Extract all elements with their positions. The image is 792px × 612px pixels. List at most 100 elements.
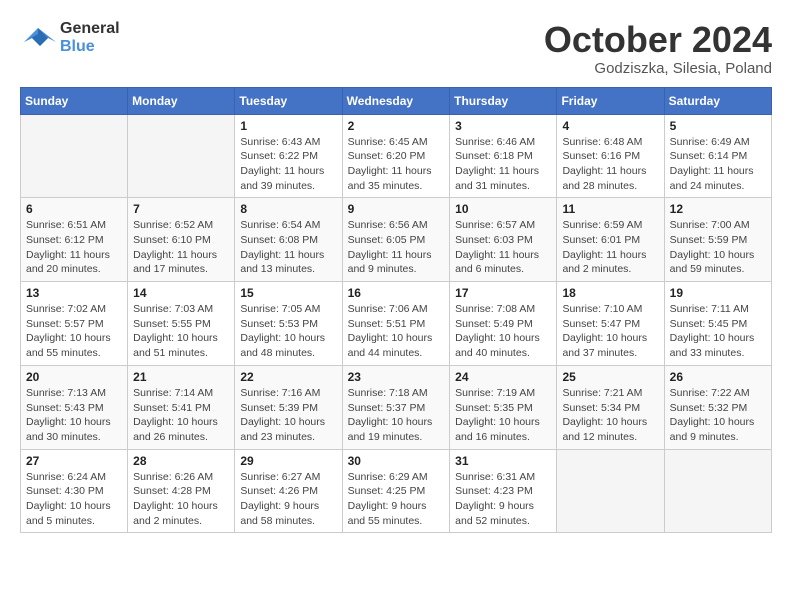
day-detail: Sunrise: 7:19 AMSunset: 5:35 PMDaylight:…	[455, 386, 551, 445]
calendar-cell: 25 Sunrise: 7:21 AMSunset: 5:34 PMDaylig…	[557, 365, 664, 449]
day-number: 26	[670, 370, 766, 384]
day-number: 16	[348, 286, 445, 300]
calendar-week-row: 6 Sunrise: 6:51 AMSunset: 6:12 PMDayligh…	[21, 198, 772, 282]
day-detail: Sunrise: 6:29 AMSunset: 4:25 PMDaylight:…	[348, 470, 445, 529]
day-detail: Sunrise: 6:54 AMSunset: 6:08 PMDaylight:…	[240, 218, 336, 277]
col-header-thursday: Thursday	[450, 87, 557, 114]
calendar-header-row: SundayMondayTuesdayWednesdayThursdayFrid…	[21, 87, 772, 114]
day-detail: Sunrise: 7:21 AMSunset: 5:34 PMDaylight:…	[562, 386, 658, 445]
calendar-cell	[557, 449, 664, 533]
day-detail: Sunrise: 7:18 AMSunset: 5:37 PMDaylight:…	[348, 386, 445, 445]
col-header-tuesday: Tuesday	[235, 87, 342, 114]
day-number: 6	[26, 202, 122, 216]
day-detail: Sunrise: 7:08 AMSunset: 5:49 PMDaylight:…	[455, 302, 551, 361]
day-number: 7	[133, 202, 229, 216]
day-detail: Sunrise: 6:24 AMSunset: 4:30 PMDaylight:…	[26, 470, 122, 529]
logo: General Blue	[20, 20, 120, 56]
calendar-week-row: 13 Sunrise: 7:02 AMSunset: 5:57 PMDaylig…	[21, 282, 772, 366]
day-number: 4	[562, 119, 658, 133]
day-detail: Sunrise: 7:13 AMSunset: 5:43 PMDaylight:…	[26, 386, 122, 445]
day-number: 1	[240, 119, 336, 133]
day-number: 12	[670, 202, 766, 216]
calendar-cell: 5 Sunrise: 6:49 AMSunset: 6:14 PMDayligh…	[664, 114, 771, 198]
calendar-cell	[128, 114, 235, 198]
calendar-cell: 10 Sunrise: 6:57 AMSunset: 6:03 PMDaylig…	[450, 198, 557, 282]
calendar-cell: 11 Sunrise: 6:59 AMSunset: 6:01 PMDaylig…	[557, 198, 664, 282]
day-detail: Sunrise: 6:49 AMSunset: 6:14 PMDaylight:…	[670, 135, 766, 194]
col-header-sunday: Sunday	[21, 87, 128, 114]
day-detail: Sunrise: 6:52 AMSunset: 6:10 PMDaylight:…	[133, 218, 229, 277]
calendar-week-row: 20 Sunrise: 7:13 AMSunset: 5:43 PMDaylig…	[21, 365, 772, 449]
col-header-friday: Friday	[557, 87, 664, 114]
day-detail: Sunrise: 6:59 AMSunset: 6:01 PMDaylight:…	[562, 218, 658, 277]
day-number: 29	[240, 454, 336, 468]
calendar-cell: 22 Sunrise: 7:16 AMSunset: 5:39 PMDaylig…	[235, 365, 342, 449]
calendar-week-row: 27 Sunrise: 6:24 AMSunset: 4:30 PMDaylig…	[21, 449, 772, 533]
day-detail: Sunrise: 7:16 AMSunset: 5:39 PMDaylight:…	[240, 386, 336, 445]
day-number: 5	[670, 119, 766, 133]
day-number: 20	[26, 370, 122, 384]
day-detail: Sunrise: 7:14 AMSunset: 5:41 PMDaylight:…	[133, 386, 229, 445]
day-detail: Sunrise: 6:26 AMSunset: 4:28 PMDaylight:…	[133, 470, 229, 529]
calendar-cell: 26 Sunrise: 7:22 AMSunset: 5:32 PMDaylig…	[664, 365, 771, 449]
day-detail: Sunrise: 6:51 AMSunset: 6:12 PMDaylight:…	[26, 218, 122, 277]
day-number: 22	[240, 370, 336, 384]
day-number: 2	[348, 119, 445, 133]
day-detail: Sunrise: 6:43 AMSunset: 6:22 PMDaylight:…	[240, 135, 336, 194]
calendar-cell: 3 Sunrise: 6:46 AMSunset: 6:18 PMDayligh…	[450, 114, 557, 198]
page-header: General Blue October 2024 Godziszka, Sil…	[20, 20, 772, 77]
calendar-cell: 31 Sunrise: 6:31 AMSunset: 4:23 PMDaylig…	[450, 449, 557, 533]
calendar-cell: 17 Sunrise: 7:08 AMSunset: 5:49 PMDaylig…	[450, 282, 557, 366]
calendar-cell	[21, 114, 128, 198]
day-detail: Sunrise: 6:27 AMSunset: 4:26 PMDaylight:…	[240, 470, 336, 529]
calendar-cell: 30 Sunrise: 6:29 AMSunset: 4:25 PMDaylig…	[342, 449, 450, 533]
calendar-cell: 7 Sunrise: 6:52 AMSunset: 6:10 PMDayligh…	[128, 198, 235, 282]
day-number: 3	[455, 119, 551, 133]
day-detail: Sunrise: 7:06 AMSunset: 5:51 PMDaylight:…	[348, 302, 445, 361]
col-header-wednesday: Wednesday	[342, 87, 450, 114]
day-number: 15	[240, 286, 336, 300]
calendar-cell: 9 Sunrise: 6:56 AMSunset: 6:05 PMDayligh…	[342, 198, 450, 282]
day-number: 21	[133, 370, 229, 384]
calendar-cell: 19 Sunrise: 7:11 AMSunset: 5:45 PMDaylig…	[664, 282, 771, 366]
calendar-cell: 12 Sunrise: 7:00 AMSunset: 5:59 PMDaylig…	[664, 198, 771, 282]
calendar-cell: 16 Sunrise: 7:06 AMSunset: 5:51 PMDaylig…	[342, 282, 450, 366]
day-detail: Sunrise: 6:31 AMSunset: 4:23 PMDaylight:…	[455, 470, 551, 529]
day-number: 18	[562, 286, 658, 300]
location: Godziszka, Silesia, Poland	[544, 60, 772, 77]
day-detail: Sunrise: 7:05 AMSunset: 5:53 PMDaylight:…	[240, 302, 336, 361]
day-detail: Sunrise: 7:03 AMSunset: 5:55 PMDaylight:…	[133, 302, 229, 361]
day-number: 9	[348, 202, 445, 216]
title-block: October 2024 Godziszka, Silesia, Poland	[544, 20, 772, 77]
day-number: 10	[455, 202, 551, 216]
calendar-cell: 20 Sunrise: 7:13 AMSunset: 5:43 PMDaylig…	[21, 365, 128, 449]
calendar-cell: 8 Sunrise: 6:54 AMSunset: 6:08 PMDayligh…	[235, 198, 342, 282]
day-detail: Sunrise: 6:48 AMSunset: 6:16 PMDaylight:…	[562, 135, 658, 194]
calendar-cell: 28 Sunrise: 6:26 AMSunset: 4:28 PMDaylig…	[128, 449, 235, 533]
logo-icon	[20, 24, 56, 52]
day-detail: Sunrise: 6:56 AMSunset: 6:05 PMDaylight:…	[348, 218, 445, 277]
day-number: 8	[240, 202, 336, 216]
calendar-cell: 2 Sunrise: 6:45 AMSunset: 6:20 PMDayligh…	[342, 114, 450, 198]
calendar-cell	[664, 449, 771, 533]
day-detail: Sunrise: 7:10 AMSunset: 5:47 PMDaylight:…	[562, 302, 658, 361]
calendar-cell: 27 Sunrise: 6:24 AMSunset: 4:30 PMDaylig…	[21, 449, 128, 533]
calendar-cell: 23 Sunrise: 7:18 AMSunset: 5:37 PMDaylig…	[342, 365, 450, 449]
day-detail: Sunrise: 6:57 AMSunset: 6:03 PMDaylight:…	[455, 218, 551, 277]
calendar-cell: 24 Sunrise: 7:19 AMSunset: 5:35 PMDaylig…	[450, 365, 557, 449]
calendar-cell: 14 Sunrise: 7:03 AMSunset: 5:55 PMDaylig…	[128, 282, 235, 366]
day-number: 27	[26, 454, 122, 468]
col-header-saturday: Saturday	[664, 87, 771, 114]
day-number: 17	[455, 286, 551, 300]
calendar-cell: 13 Sunrise: 7:02 AMSunset: 5:57 PMDaylig…	[21, 282, 128, 366]
calendar-table: SundayMondayTuesdayWednesdayThursdayFrid…	[20, 87, 772, 534]
day-number: 13	[26, 286, 122, 300]
day-number: 28	[133, 454, 229, 468]
day-detail: Sunrise: 6:45 AMSunset: 6:20 PMDaylight:…	[348, 135, 445, 194]
calendar-cell: 18 Sunrise: 7:10 AMSunset: 5:47 PMDaylig…	[557, 282, 664, 366]
day-detail: Sunrise: 7:00 AMSunset: 5:59 PMDaylight:…	[670, 218, 766, 277]
logo-text: General Blue	[60, 20, 120, 56]
calendar-cell: 21 Sunrise: 7:14 AMSunset: 5:41 PMDaylig…	[128, 365, 235, 449]
day-number: 25	[562, 370, 658, 384]
calendar-cell: 1 Sunrise: 6:43 AMSunset: 6:22 PMDayligh…	[235, 114, 342, 198]
